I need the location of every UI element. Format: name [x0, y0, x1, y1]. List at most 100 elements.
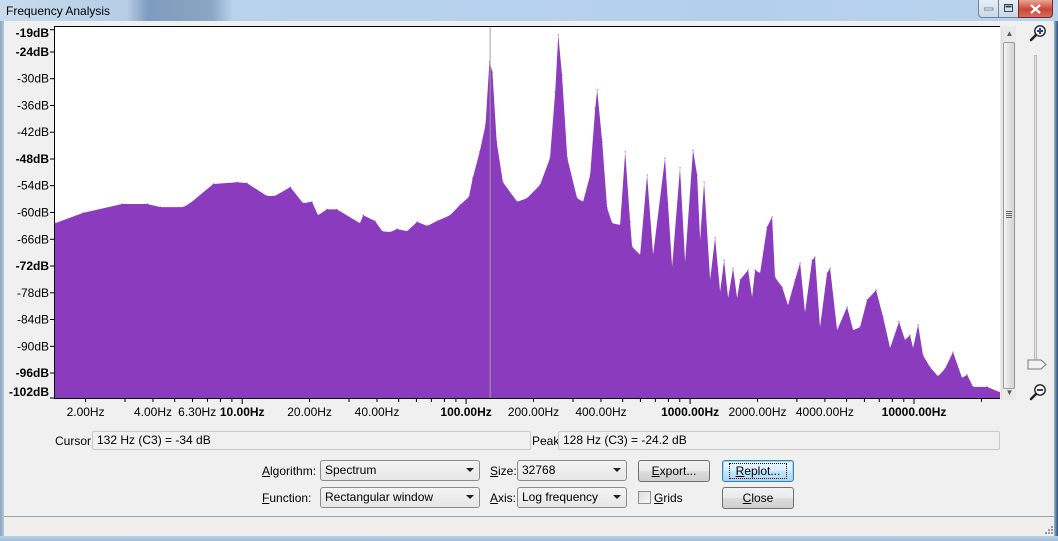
arrow-up-icon: ▲ [1005, 29, 1014, 38]
spectrum-point [317, 214, 319, 216]
maximize-button[interactable] [998, 0, 1019, 18]
y-tick-label: -102dB [9, 385, 49, 399]
spectrum-point [684, 261, 686, 263]
spectrum-point [359, 222, 361, 224]
spectrum-point [917, 324, 919, 326]
spectrum-point [554, 91, 556, 93]
spectrum-point [236, 181, 238, 183]
algorithm-select[interactable]: Spectrum [320, 460, 480, 481]
y-tick-label: -42dB [17, 125, 49, 139]
axis-value: Log frequency [522, 490, 599, 504]
y-tick-label: -19dB [16, 26, 50, 40]
close-button[interactable]: Close [722, 487, 794, 509]
chevron-down-icon [613, 468, 621, 472]
axis-select[interactable]: Log frequency [517, 487, 627, 508]
peak-readout: 128 Hz (C3) = -24.2 dB [558, 431, 1000, 450]
y-tick-label: -24dB [16, 45, 50, 59]
cursor-label: Cursor: [55, 434, 95, 448]
spectrum-point [468, 196, 470, 198]
algorithm-value: Spectrum [325, 463, 377, 477]
spectrum-point [794, 279, 796, 281]
x-tick-label: 100.00Hz [440, 405, 491, 419]
spectrum-point [362, 214, 364, 216]
window-frame-right [1054, 21, 1058, 541]
resize-grip-icon[interactable] [1043, 524, 1053, 534]
zoom-slider-track[interactable] [1034, 55, 1037, 365]
spectrum-point [826, 272, 828, 274]
spectrum-point [589, 174, 591, 176]
spectrum-point [246, 182, 248, 184]
spectrum-point [852, 329, 854, 331]
spectrum-point [336, 208, 338, 210]
spectrum-point [937, 375, 939, 377]
spectrum-point [929, 366, 931, 368]
maximize-icon [1003, 4, 1013, 12]
spectrum-point [714, 237, 716, 239]
spectrum-point [189, 202, 191, 204]
spectrum-point [912, 347, 914, 349]
spectrum-point [739, 279, 741, 281]
spectrum-point [582, 201, 584, 203]
spectrum-point [639, 254, 641, 256]
spectrum-point [944, 368, 946, 370]
spectrum-point [326, 208, 328, 210]
y-tick-label: -66dB [17, 232, 49, 246]
spectrum-point [922, 354, 924, 356]
spectrum-point [416, 221, 418, 223]
scrollbar-thumb[interactable] [1003, 42, 1015, 389]
x-tick-label: 200.00Hz [508, 405, 559, 419]
y-tick-label: -36dB [17, 99, 49, 113]
spectrum-point [159, 206, 161, 208]
close-button-label: Close [742, 491, 774, 505]
spectrum-point [703, 181, 705, 183]
spectrum-point [146, 203, 148, 205]
spectrum-point [787, 304, 789, 306]
spectrum-point [274, 195, 276, 197]
zoom-out-icon[interactable] [1029, 383, 1047, 401]
spectrum-point [799, 262, 801, 264]
y-tick-label: -90dB [17, 339, 49, 353]
spectrum-point [952, 351, 954, 353]
spectrum-point [819, 326, 821, 328]
spectrum-point [859, 326, 861, 328]
spectrum-point [986, 386, 988, 388]
grids-label[interactable]: Grids [654, 491, 683, 505]
zoom-in-icon[interactable] [1029, 24, 1047, 42]
spectrum-point [516, 201, 518, 203]
x-tick-label: 10000.00Hz [882, 405, 947, 419]
grids-checkbox[interactable] [638, 491, 651, 504]
spectrum-point [566, 157, 568, 159]
spectrum-point [771, 216, 773, 218]
vertical-scrollbar[interactable]: ▲ ▼ [1001, 26, 1016, 400]
zoom-slider-thumb[interactable] [1027, 359, 1047, 370]
spectrum-point [652, 254, 654, 256]
window-frame-bottom [0, 536, 1058, 541]
spectrum-chart[interactable]: -19dB -24dB -30dB -36dB -42dB -48dB -54dB -60dB… [0, 0, 1000, 425]
spectrum-point [631, 246, 633, 248]
scroll-up-button[interactable]: ▲ [1002, 26, 1017, 41]
function-select[interactable]: Rectangular window [320, 487, 480, 508]
spectrum-point [904, 339, 906, 341]
x-tick-label: 10.00Hz [220, 405, 265, 419]
spectrum-point [882, 316, 884, 318]
spectrum-point [709, 279, 711, 281]
spectrum-point [502, 181, 504, 183]
size-select[interactable]: 32768 [517, 460, 627, 481]
replot-button[interactable]: Replot... [722, 460, 794, 482]
close-window-button[interactable] [1018, 0, 1053, 18]
spectrum-point [594, 107, 596, 109]
spectrum-point [389, 231, 391, 233]
spectrum-point [889, 347, 891, 349]
chevron-down-icon [613, 495, 621, 499]
y-tick-label: -84dB [17, 313, 49, 327]
spectrum-point [781, 286, 783, 288]
x-tick-label: 1000.00Hz [661, 405, 719, 419]
y-tick-label: -96dB [16, 366, 50, 380]
spectrum-point [624, 151, 626, 153]
spectrum-point [472, 177, 474, 179]
scroll-down-button[interactable]: ▼ [1002, 385, 1017, 400]
spectrum-point [496, 141, 498, 143]
spectrum-point [182, 206, 184, 208]
export-button[interactable]: Export... [638, 460, 710, 482]
spectrum-point [846, 306, 848, 308]
